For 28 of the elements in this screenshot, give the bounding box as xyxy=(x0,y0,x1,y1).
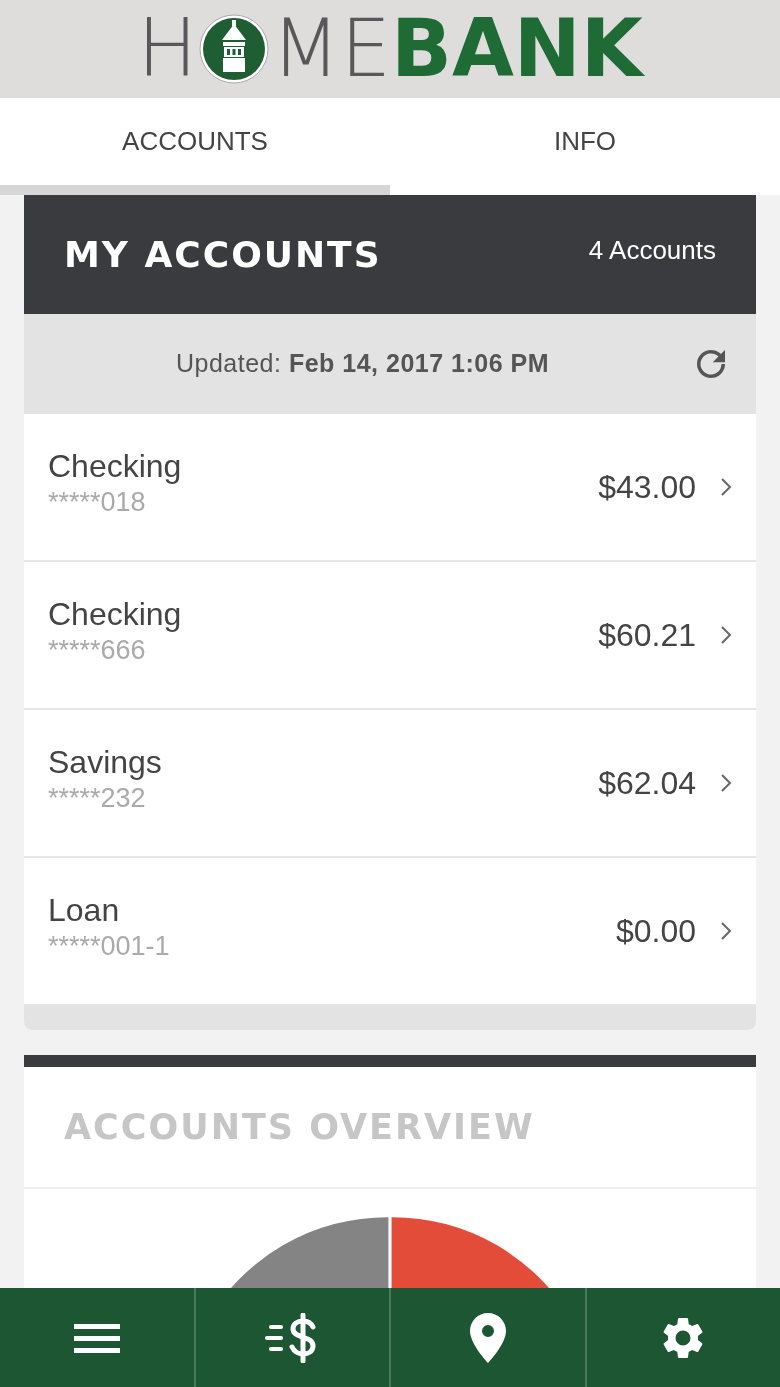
account-row[interactable]: Checking *****018 $43.00 xyxy=(24,414,756,562)
card-title: MY ACCOUNTS xyxy=(64,232,382,277)
logo-text: H xyxy=(137,9,198,89)
chevron-right-icon xyxy=(720,477,732,497)
account-number: *****666 xyxy=(48,634,147,668)
account-name: Checking xyxy=(48,595,183,635)
account-count: 4 Accounts xyxy=(588,234,716,267)
account-row[interactable]: Checking *****666 $60.21 xyxy=(24,562,756,710)
account-name: Savings xyxy=(48,743,163,783)
account-number: *****018 xyxy=(48,486,147,520)
account-balance: $0.00 xyxy=(615,912,696,951)
logo-text: BANK xyxy=(390,9,643,89)
chevron-right-icon xyxy=(720,773,732,793)
account-balance: $60.21 xyxy=(598,616,696,655)
account-row[interactable]: Savings *****232 $62.04 xyxy=(24,710,756,858)
overview-title: ACCOUNTS OVERVIEW xyxy=(64,1105,535,1149)
account-balance: $43.00 xyxy=(598,468,696,507)
chevron-right-icon xyxy=(720,625,732,645)
account-name: Loan xyxy=(48,891,121,931)
gazebo-logo-icon xyxy=(199,14,270,84)
logo-text: ME xyxy=(271,9,391,89)
account-number: *****232 xyxy=(48,782,147,816)
location-pin-icon xyxy=(469,1312,506,1363)
account-number: *****001-1 xyxy=(48,930,171,964)
account-name: Checking xyxy=(48,447,183,487)
account-balance: $62.04 xyxy=(598,764,696,803)
chevron-right-icon xyxy=(720,921,732,941)
updated-text: Updated: Feb 14, 2017 1:06 PM xyxy=(176,348,551,380)
